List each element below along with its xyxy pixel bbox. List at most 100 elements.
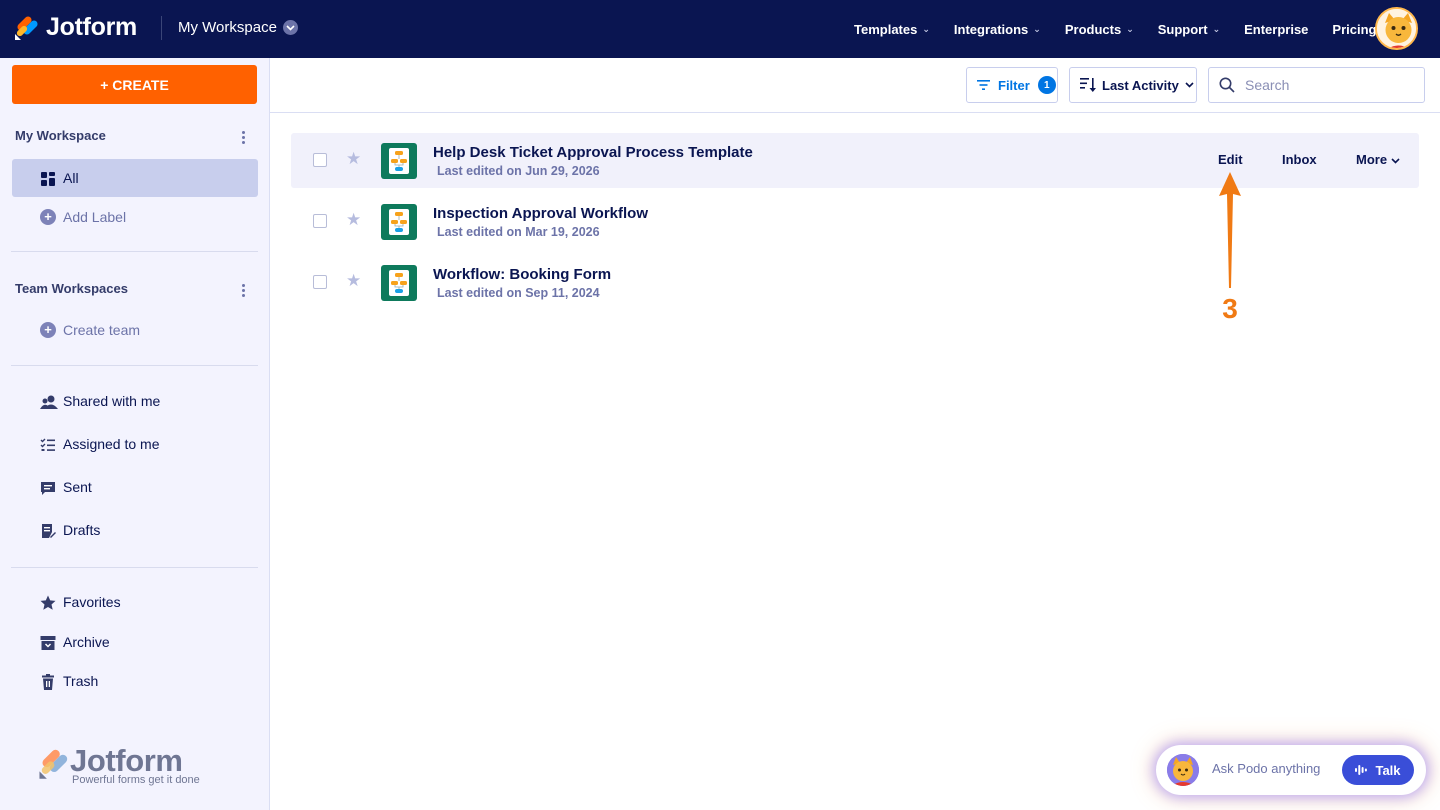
sidebar-item-label: Create team (63, 322, 141, 338)
form-title[interactable]: Workflow: Booking Form (433, 266, 611, 283)
jotform-logo[interactable]: Jotform (14, 13, 137, 42)
sidebar-item-sent[interactable]: Sent (12, 468, 258, 506)
top-navbar: Jotform My Workspace Templates ⌄ Integrat… (0, 0, 1440, 58)
sidebar-item-label: Add Label (63, 209, 127, 225)
nav-enterprise[interactable]: Enterprise (1244, 22, 1308, 37)
more-button[interactable]: More (1356, 152, 1400, 167)
form-title[interactable]: Help Desk Ticket Approval Process Templa… (433, 144, 753, 161)
podo-avatar (1167, 754, 1199, 786)
chevron-down-icon: ⌄ (1033, 23, 1041, 34)
form-last-edited: Last edited on Jun 29, 2026 (437, 164, 600, 178)
sidebar-item-label: Drafts (63, 522, 101, 538)
nav-templates-label: Templates (854, 21, 918, 37)
chevron-down-icon (1391, 158, 1400, 164)
form-last-edited: Last edited on Mar 19, 2026 (437, 225, 600, 239)
nav-divider (161, 16, 162, 40)
nav-pricing[interactable]: Pricing (1332, 22, 1376, 37)
edit-button[interactable]: Edit (1218, 152, 1243, 167)
sidebar-divider (11, 567, 258, 568)
search-box[interactable] (1208, 67, 1425, 103)
filter-button[interactable]: Filter 1 (966, 67, 1058, 103)
forms-toolbar: Filter 1 Last Activity (270, 58, 1440, 113)
trash-icon (40, 674, 56, 690)
nav-integrations[interactable]: Integrations ⌄ (954, 22, 1041, 37)
inbox-button[interactable]: Inbox (1282, 152, 1317, 167)
team-workspaces-menu-icon[interactable] (241, 284, 247, 299)
nav-pricing-label: Pricing (1332, 21, 1377, 37)
sidebar-item-label: Sent (63, 479, 92, 495)
sidebar-divider (11, 365, 258, 366)
workspace-switcher[interactable]: My Workspace (178, 19, 298, 36)
nav-support[interactable]: Support ⌄ (1158, 22, 1220, 37)
favorite-star-icon[interactable]: ★ (346, 150, 361, 168)
step-annotation: 3 3 (1210, 170, 1250, 326)
nav-products[interactable]: Products ⌄ (1065, 22, 1134, 37)
chevron-down-icon (282, 20, 298, 35)
chevron-down-icon (1185, 82, 1194, 88)
talk-button[interactable]: Talk (1342, 755, 1414, 785)
footer-brand: Jotform Powerful forms get it done (38, 743, 200, 786)
grid-icon (40, 171, 56, 187)
shared-users-icon (40, 394, 58, 410)
sidebar-item-label: Trash (63, 673, 99, 689)
nav-enterprise-label: Enterprise (1244, 21, 1309, 37)
talk-label: Talk (1375, 762, 1401, 778)
search-input[interactable] (1245, 77, 1405, 93)
workflow-form-icon (381, 204, 417, 240)
sort-label: Last Activity (1102, 77, 1179, 93)
chevron-down-icon: ⌄ (1126, 23, 1134, 34)
filter-icon (977, 80, 990, 90)
my-workspace-menu-icon[interactable] (241, 131, 247, 146)
more-label: More (1356, 152, 1388, 167)
sidebar-item-shared[interactable]: Shared with me (12, 382, 258, 420)
sidebar-item-all[interactable]: All (12, 159, 258, 197)
nav-links: Templates ⌄ Integrations ⌄ Products ⌄ Suppo… (854, 20, 1401, 38)
row-checkbox[interactable] (313, 214, 327, 228)
workspace-name: My Workspace (178, 19, 277, 36)
sidebar-item-label: Archive (63, 634, 110, 650)
sidebar-item-drafts[interactable]: Drafts (12, 511, 258, 549)
arrow-up-icon: 3 3 (1219, 172, 1241, 326)
nav-templates[interactable]: Templates ⌄ (854, 22, 930, 37)
sidebar-item-favorites[interactable]: Favorites (12, 583, 258, 621)
form-last-edited: Last edited on Sep 11, 2024 (437, 286, 600, 300)
chevron-down-icon: ⌄ (1212, 23, 1221, 34)
sidebar-item-label: Assigned to me (63, 436, 160, 452)
filter-count-badge: 1 (1037, 76, 1056, 94)
sidebar-item-archive[interactable]: Archive (12, 623, 258, 661)
user-avatar[interactable] (1375, 7, 1418, 50)
sidebar-item-label: All (63, 170, 79, 186)
chevron-down-icon: ⌄ (922, 23, 930, 34)
podo-prompt[interactable]: Ask Podo anything (1212, 761, 1320, 776)
checklist-icon (40, 437, 56, 453)
podo-assistant-widget[interactable]: Ask Podo anything Talk (1156, 745, 1426, 795)
my-workspace-heading: My Workspace (15, 128, 106, 143)
footer-brand-name: Jotform (70, 743, 183, 778)
favorite-star-icon[interactable]: ★ (346, 272, 361, 290)
draft-document-icon (40, 523, 56, 539)
message-icon (40, 480, 56, 496)
nav-products-label: Products (1064, 21, 1122, 37)
team-workspaces-heading: Team Workspaces (15, 281, 128, 296)
workflow-form-icon (381, 143, 417, 179)
step-number: 3 (1222, 293, 1238, 324)
sidebar-item-label: Shared with me (63, 393, 161, 409)
form-title[interactable]: Inspection Approval Workflow (433, 205, 648, 222)
nav-integrations-label: Integrations (953, 21, 1029, 37)
footer-brand-tagline: Powerful forms get it done (72, 774, 200, 786)
sidebar-item-assigned[interactable]: Assigned to me (12, 425, 258, 463)
row-checkbox[interactable] (313, 275, 327, 289)
sort-dropdown[interactable]: Last Activity (1069, 67, 1197, 103)
sort-icon (1080, 78, 1096, 92)
sidebar-item-trash[interactable]: Trash (12, 662, 258, 700)
archive-icon (40, 635, 56, 651)
jotform-logo-icon (14, 15, 38, 41)
create-team-button[interactable]: + Create team (12, 311, 258, 349)
favorite-star-icon[interactable]: ★ (346, 211, 361, 229)
add-label-button[interactable]: + Add Label (12, 198, 258, 236)
search-icon (1219, 77, 1235, 93)
plus-circle-icon: + (40, 322, 56, 338)
create-button[interactable]: + CREATE (12, 65, 257, 104)
row-checkbox[interactable] (313, 153, 327, 167)
nav-support-label: Support (1157, 21, 1208, 37)
